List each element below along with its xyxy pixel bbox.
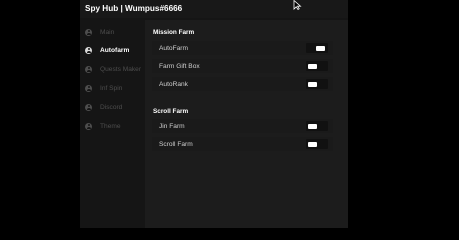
sidebar-item-autofarm[interactable]: Autofarm <box>85 44 145 56</box>
sidebar-item-label: Autofarm <box>100 46 130 54</box>
sidebar-item-main[interactable]: Main <box>85 26 145 38</box>
window-title: Spy Hub | Wumpus#6666 <box>85 4 183 13</box>
toggle-label: AutoRank <box>159 81 188 88</box>
toggle-knob <box>308 123 317 129</box>
toggle-label: Scroll Farm <box>159 141 193 148</box>
user-circle-icon <box>85 122 92 130</box>
autorank-toggle[interactable] <box>306 79 328 89</box>
farm-gift-box-toggle[interactable] <box>306 61 328 71</box>
toggle-label: AutoFarm <box>159 45 188 52</box>
sidebar-item-theme[interactable]: Theme <box>85 120 145 132</box>
scroll-farm-toggle[interactable] <box>306 139 328 149</box>
mouse-cursor-icon <box>293 0 302 10</box>
toggle-label: Farm Gift Box <box>159 63 200 70</box>
sidebar-item-label: Discord <box>100 103 123 111</box>
jin-farm-toggle[interactable] <box>306 121 328 131</box>
user-circle-icon <box>85 46 92 54</box>
sidebar-item-label: Quests Maker <box>100 65 142 73</box>
hub-window: Spy Hub | Wumpus#6666 Main Autofarm Ques… <box>80 0 348 228</box>
section-title: Scroll Farm <box>153 108 189 115</box>
content-panel: Mission Farm AutoFarm Farm Gift Box Auto… <box>145 20 348 228</box>
toggle-row-autofarm: AutoFarm <box>152 41 333 55</box>
autofarm-toggle[interactable] <box>306 43 328 53</box>
sidebar-item-label: Inf Spin <box>100 84 123 92</box>
toggle-knob <box>308 81 317 87</box>
toggle-knob <box>308 63 317 69</box>
toggle-label: Jin Farm <box>159 123 185 130</box>
sidebar-item-label: Theme <box>100 122 121 130</box>
toggle-row-jin-farm: Jin Farm <box>152 119 333 133</box>
toggle-knob <box>316 45 325 51</box>
toggle-row-autorank: AutoRank <box>152 77 333 91</box>
title-bar[interactable]: Spy Hub | Wumpus#6666 <box>80 0 348 18</box>
user-circle-icon <box>85 103 92 111</box>
sidebar-item-label: Main <box>100 28 115 36</box>
sidebar: Main Autofarm Quests Maker Inf Spin Disc… <box>80 18 144 228</box>
user-circle-icon <box>85 65 92 73</box>
toggle-row-scroll-farm: Scroll Farm <box>152 137 333 151</box>
section-title: Mission Farm <box>153 29 195 36</box>
toggle-knob <box>308 141 317 147</box>
sidebar-item-quests-maker[interactable]: Quests Maker <box>85 63 145 75</box>
toggle-row-farm-gift-box: Farm Gift Box <box>152 59 333 73</box>
user-circle-icon <box>85 84 92 92</box>
sidebar-item-discord[interactable]: Discord <box>85 101 145 113</box>
user-circle-icon <box>85 28 92 36</box>
sidebar-item-inf-spin[interactable]: Inf Spin <box>85 82 145 94</box>
